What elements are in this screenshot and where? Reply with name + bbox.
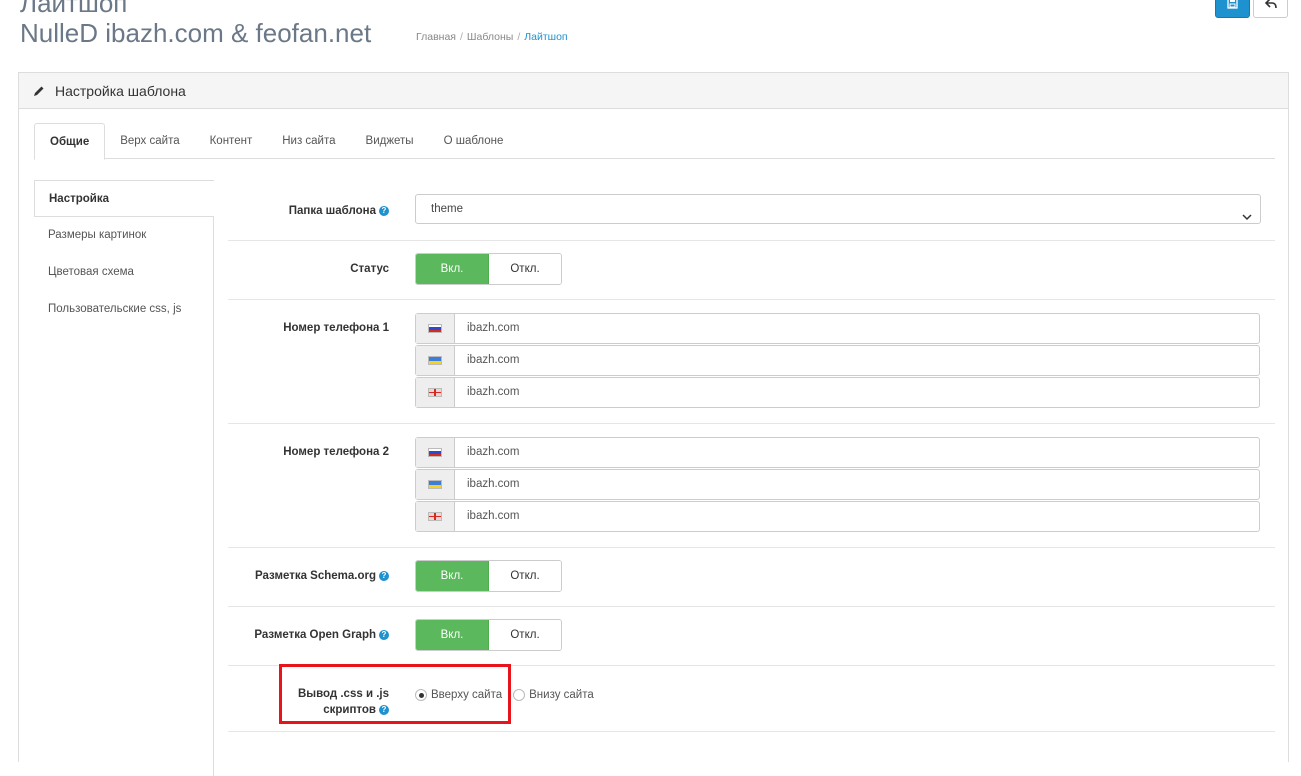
row-status: Статус Вкл. Откл. xyxy=(228,241,1275,300)
panel-title: Настройка шаблона xyxy=(55,82,186,99)
status-toggle[interactable]: Вкл. Откл. xyxy=(415,253,562,285)
open-graph-label: Разметка Open Graph? xyxy=(254,629,389,641)
breadcrumb: Главная / Шаблоны / Лайтшоп xyxy=(416,31,568,43)
phone-1-label: Номер телефона 1 xyxy=(283,322,389,334)
schema-toggle[interactable]: Вкл. Откл. xyxy=(415,560,562,592)
page-title: Лайтшоп NulleD ibazh.com & feofan.net xyxy=(20,0,372,48)
schema-on-button[interactable]: Вкл. xyxy=(416,561,489,591)
row-phone-1: Номер телефона 1 ibazh.com ibazh.com iba… xyxy=(228,300,1275,424)
row-open-graph: Разметка Open Graph? Вкл. Откл. xyxy=(228,607,1275,666)
question-circle-icon[interactable]: ? xyxy=(379,571,389,581)
radio-bottom-label[interactable]: Внизу сайта xyxy=(529,689,594,701)
nav-item-image-sizes[interactable]: Размеры картинок xyxy=(34,217,214,254)
gb-flag-icon xyxy=(428,512,442,521)
radio-bottom[interactable] xyxy=(513,689,526,701)
tab-content[interactable]: Контент xyxy=(195,123,268,159)
phone-1-ua-input[interactable]: ibazh.com xyxy=(415,345,1260,376)
ru-flag-icon xyxy=(428,448,442,457)
nav-divider xyxy=(213,216,214,776)
tab-widgets[interactable]: Виджеты xyxy=(351,123,429,159)
chevron-down-icon xyxy=(1242,204,1252,232)
row-schema: Разметка Schema.org? Вкл. Откл. xyxy=(228,548,1275,607)
save-button[interactable] xyxy=(1215,0,1250,18)
template-folder-select[interactable]: theme xyxy=(415,194,1261,224)
ru-flag-icon xyxy=(428,324,442,333)
save-icon xyxy=(1227,0,1238,12)
phone-2-en-input[interactable]: ibazh.com xyxy=(415,501,1260,532)
row-phone-2: Номер телефона 2 ibazh.com ibazh.com iba… xyxy=(228,424,1275,548)
nav-item-custom-css-js[interactable]: Пользовательские css, js xyxy=(34,291,214,328)
reply-icon xyxy=(1264,0,1277,12)
tab-footer[interactable]: Низ сайта xyxy=(267,123,350,159)
ua-flag-icon xyxy=(428,356,442,365)
breadcrumb-home[interactable]: Главная xyxy=(416,31,456,43)
tab-about[interactable]: О шаблоне xyxy=(429,123,519,159)
ua-flag-icon xyxy=(428,480,442,489)
template-folder-label: Папка шаблона? xyxy=(289,205,389,217)
tabs: Общие Верх сайта Контент Низ сайта Видже… xyxy=(34,123,1275,160)
highlight-box xyxy=(279,664,511,724)
status-on-button[interactable]: Вкл. xyxy=(416,254,489,284)
phone-2-ru-input[interactable]: ibazh.com xyxy=(415,437,1260,468)
question-circle-icon[interactable]: ? xyxy=(379,206,389,216)
schema-off-button[interactable]: Откл. xyxy=(489,561,561,591)
breadcrumb-current[interactable]: Лайтшоп xyxy=(524,31,567,43)
status-off-button[interactable]: Откл. xyxy=(489,254,561,284)
open-graph-on-button[interactable]: Вкл. xyxy=(416,620,489,650)
breadcrumb-templates[interactable]: Шаблоны xyxy=(467,31,513,43)
back-button[interactable] xyxy=(1253,0,1288,18)
row-template-folder: Папка шаблона? theme xyxy=(228,184,1275,241)
tab-general[interactable]: Общие xyxy=(34,123,106,160)
phone-1-en-input[interactable]: ibazh.com xyxy=(415,377,1260,408)
tab-header[interactable]: Верх сайта xyxy=(105,123,194,159)
nav-item-settings[interactable]: Настройка xyxy=(34,180,214,217)
phone-2-label: Номер телефона 2 xyxy=(283,446,389,458)
open-graph-off-button[interactable]: Откл. xyxy=(489,620,561,650)
phone-1-ru-input[interactable]: ibazh.com xyxy=(415,313,1260,344)
panel-heading: Настройка шаблона xyxy=(19,73,1288,109)
question-circle-icon[interactable]: ? xyxy=(379,630,389,640)
gb-flag-icon xyxy=(428,388,442,397)
status-label: Статус xyxy=(350,263,389,275)
left-nav: Настройка Размеры картинок Цветовая схем… xyxy=(34,180,214,328)
settings-panel: Настройка шаблона Общие Верх сайта Конте… xyxy=(18,72,1289,776)
schema-label: Разметка Schema.org? xyxy=(255,570,389,582)
nav-item-color-scheme[interactable]: Цветовая схема xyxy=(34,254,214,291)
pencil-icon xyxy=(33,85,45,97)
page-subtitle: NulleD ibazh.com & feofan.net xyxy=(20,18,372,48)
phone-2-ua-input[interactable]: ibazh.com xyxy=(415,469,1260,500)
open-graph-toggle[interactable]: Вкл. Откл. xyxy=(415,619,562,651)
